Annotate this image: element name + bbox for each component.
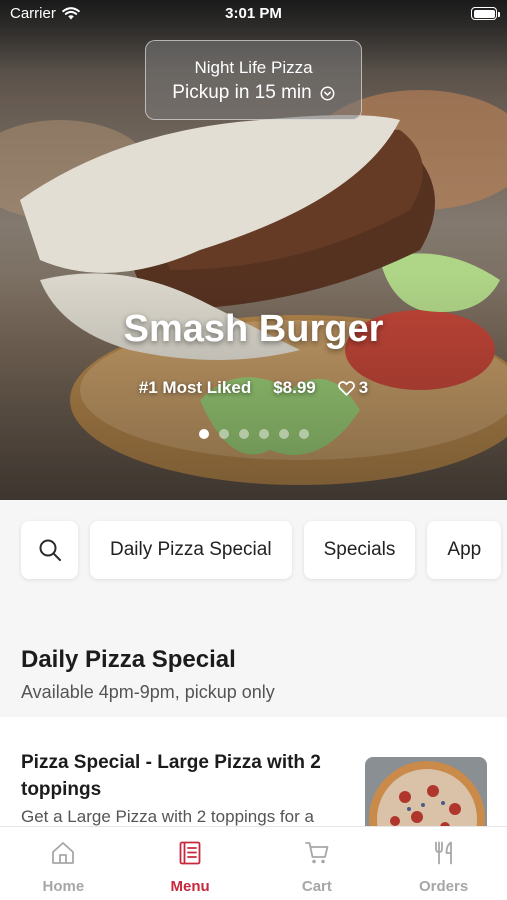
category-bar: Daily Pizza Special Specials App [0,500,507,620]
battery-icon [471,7,500,20]
likes-count[interactable]: 3 [337,378,369,398]
tab-menu[interactable]: Menu [127,827,254,900]
search-button[interactable] [21,521,78,579]
menu-item-photo [365,757,487,837]
tab-bar: Home Menu Cart Orders [0,826,507,900]
carousel-dot[interactable] [258,429,269,439]
pickup-eta: Pickup in 15 min [172,82,312,103]
tab-cart[interactable]: Cart [254,827,381,900]
fork-knife-icon [430,839,458,867]
chevron-down-circle-icon [320,86,335,100]
pickup-eta-row: Pickup in 15 min [146,82,361,104]
tab-home-label: Home [42,878,85,895]
section-header: Daily Pizza Special Available 4pm-9pm, p… [0,620,507,717]
section-title: Daily Pizza Special [21,646,236,673]
tab-orders-label: Orders [419,878,469,895]
category-chip-specials[interactable]: Specials [303,521,416,579]
tab-home[interactable]: Home [0,827,127,900]
tab-menu-label: Menu [170,878,210,895]
tab-orders[interactable]: Orders [380,827,507,900]
section-subtitle: Available 4pm-9pm, pickup only [21,682,275,702]
popularity-badge: #1 Most Liked [138,378,252,397]
hero-item-meta: #1 Most Liked $8.99 3 [0,378,507,398]
carousel-dot[interactable] [298,429,309,439]
status-bar: Carrier 3:01 PM [0,0,507,28]
cart-icon [303,839,331,867]
carousel-dot[interactable] [238,429,249,439]
category-chip-appetizers[interactable]: App [427,521,502,579]
likes-value: 3 [358,378,369,397]
tab-cart-label: Cart [301,878,332,895]
search-icon [39,539,61,561]
pickup-selector[interactable]: Night Life Pizza Pickup in 15 min [145,40,362,120]
category-chip-daily-pizza-special[interactable]: Daily Pizza Special [90,521,292,579]
store-name: Night Life Pizza [194,58,313,77]
menu-icon [176,839,204,867]
carousel-dot[interactable] [198,429,209,439]
home-icon [49,839,77,867]
menu-item-description: Get a Large Pizza with 2 toppings for a [21,807,314,826]
hero-item-title: Smash Burger [123,308,384,350]
carousel-pagination [0,429,507,439]
hero-carousel[interactable]: Carrier 3:01 PM Night Life Pizza Pickup … [0,0,507,500]
hero-item-price: $8.99 [273,378,316,397]
carousel-dot[interactable] [278,429,289,439]
menu-item-card[interactable]: Pizza Special - Large Pizza with 2 toppi… [0,717,507,837]
category-scroller[interactable]: Daily Pizza Special Specials App [21,521,502,579]
carousel-dot[interactable] [218,429,229,439]
status-time: 3:01 PM [225,5,282,22]
menu-item-name: Pizza Special - Large Pizza with 2 toppi… [21,752,321,800]
heart-icon [337,380,355,396]
